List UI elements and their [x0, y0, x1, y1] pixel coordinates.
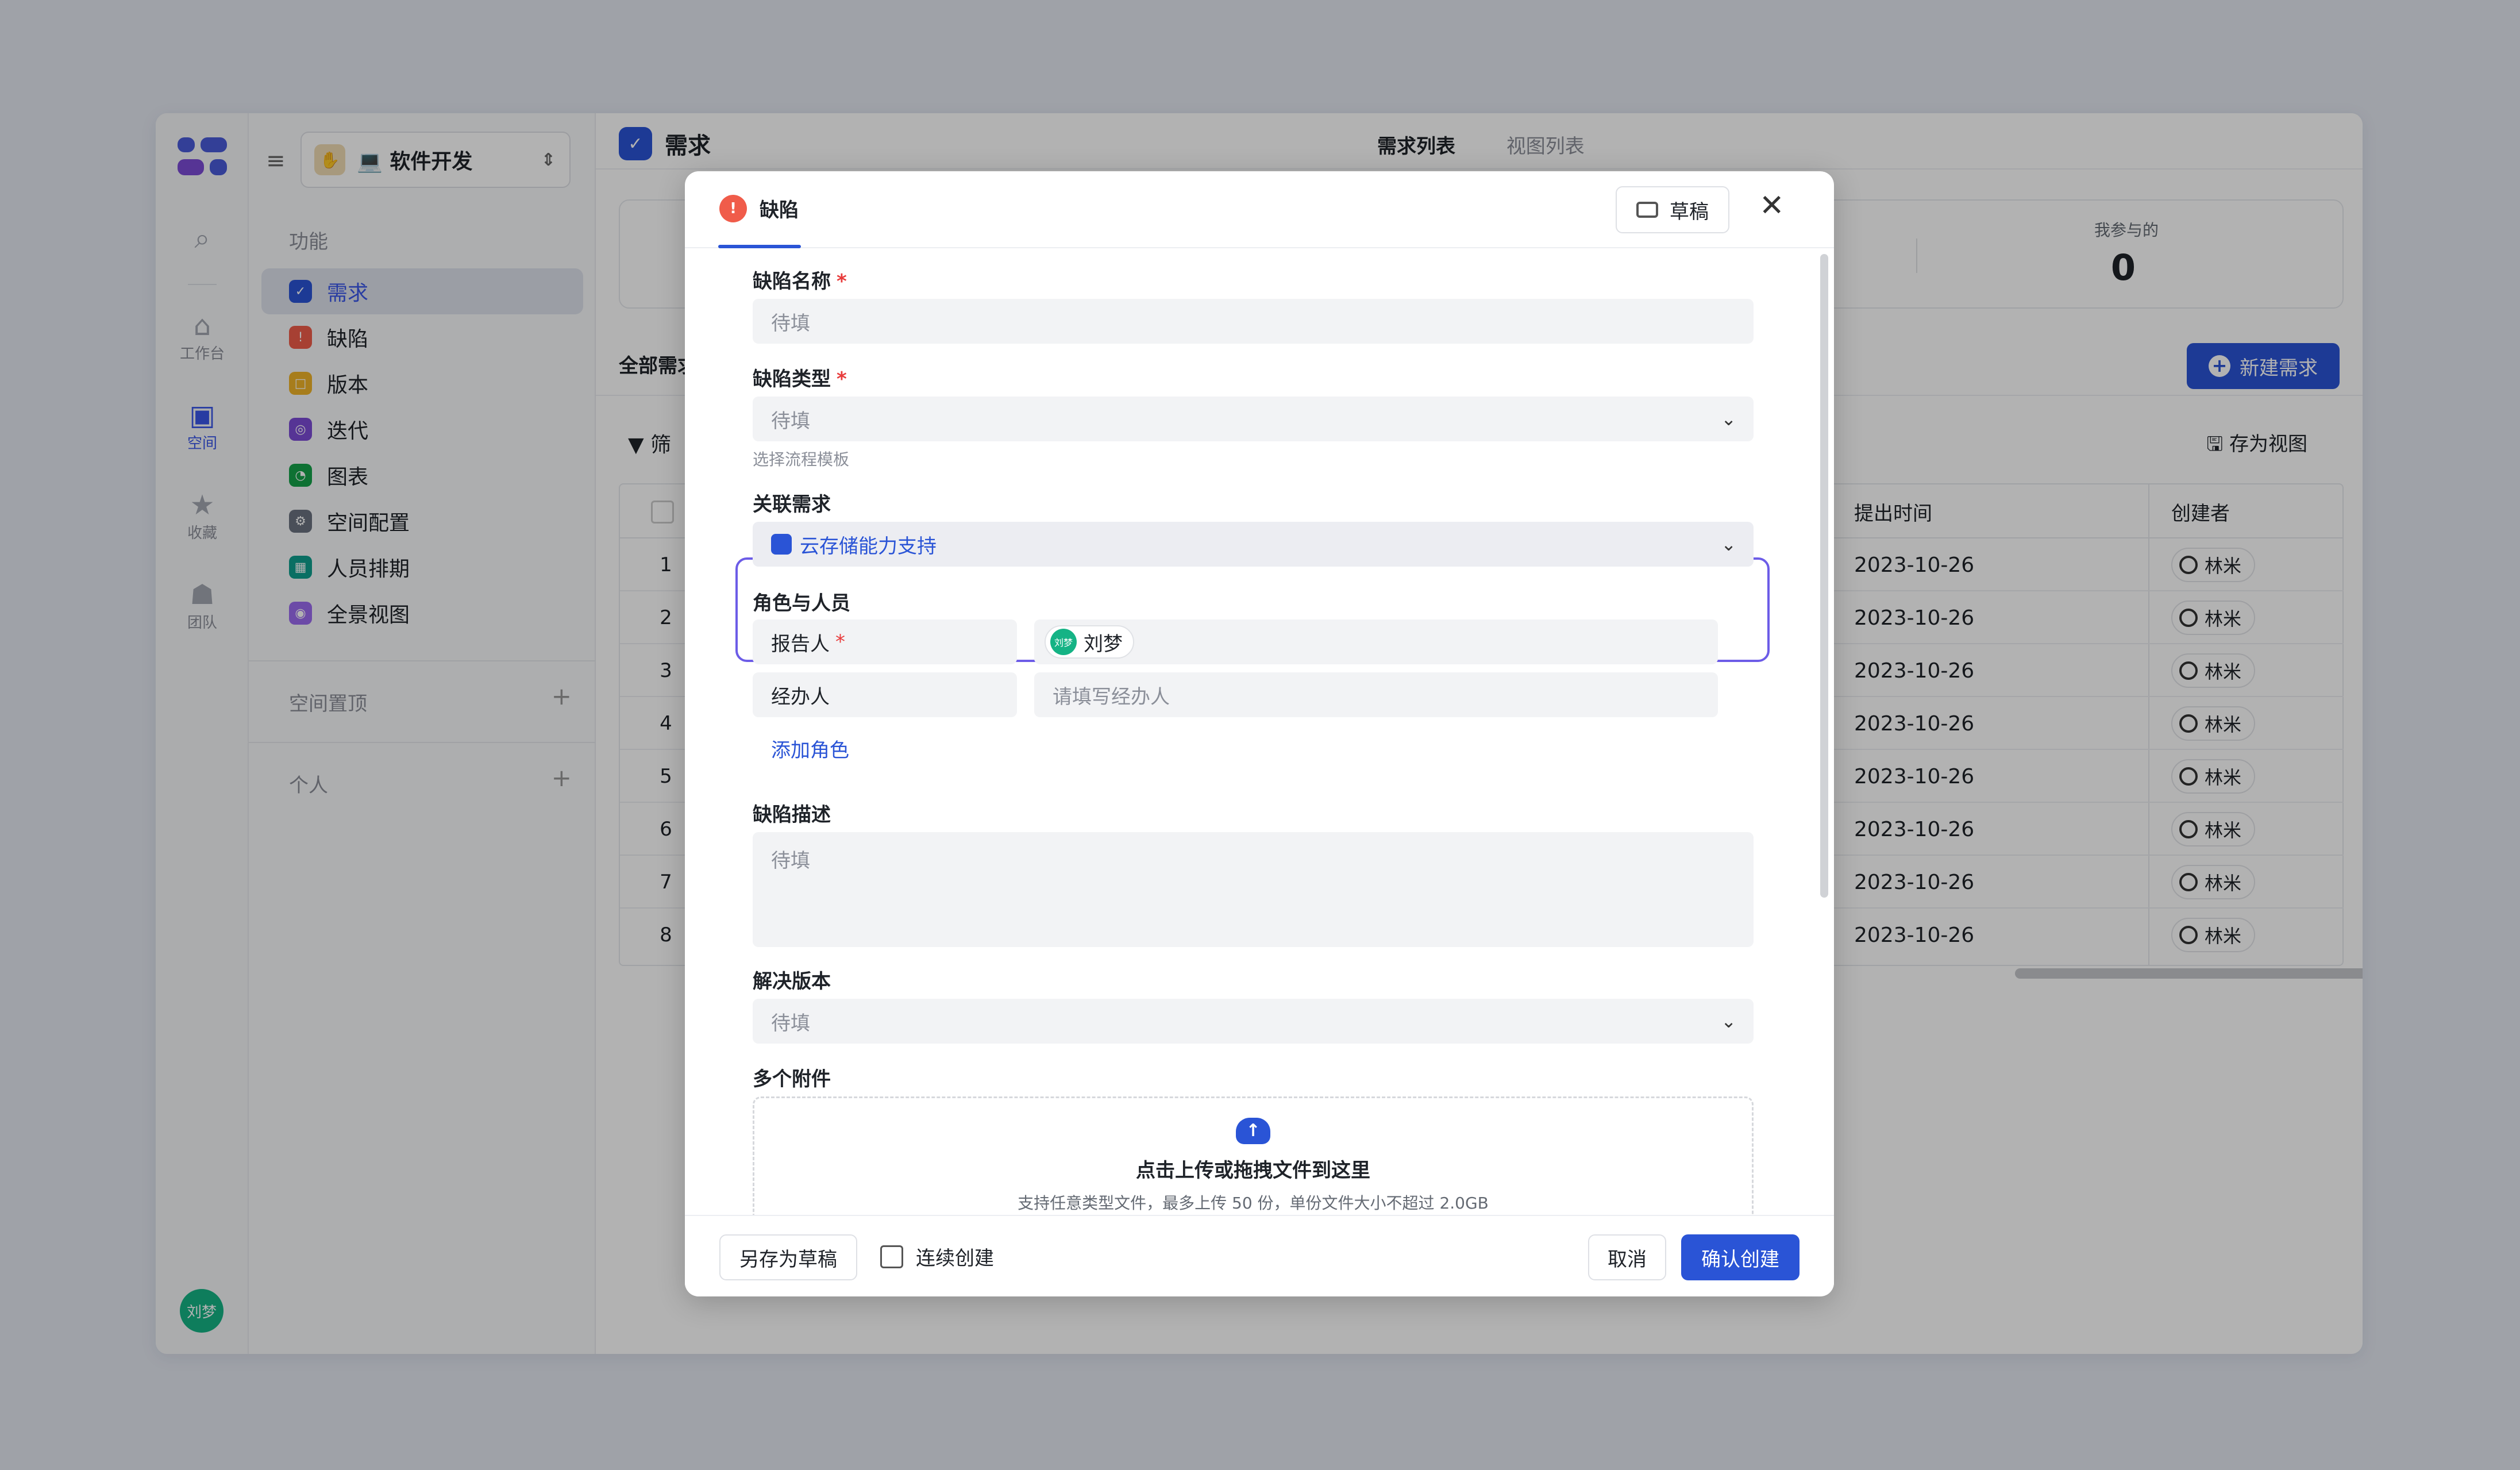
resolution-version-value: 待填 — [771, 1011, 810, 1035]
linked-requirement-value: 云存储能力支持 — [771, 530, 937, 559]
drafts-label: 草稿 — [1670, 200, 1709, 224]
cloud-upload-icon: ↑ — [1236, 1118, 1270, 1144]
role-assignee-label: 经办人 — [753, 672, 1017, 717]
chevron-down-icon: ⌄ — [1721, 533, 1736, 555]
field-label-text: 缺陷类型 — [753, 368, 831, 391]
active-tab-indicator — [718, 245, 801, 248]
field-label-type: 缺陷类型 * — [753, 363, 847, 391]
tab-defect[interactable]: ! 缺陷 — [719, 194, 799, 222]
linked-requirement-text: 云存储能力支持 — [800, 534, 937, 558]
attachment-dropzone[interactable]: ↑ 点击上传或拖拽文件到这里 支持任意类型文件，最多上传 50 份，单份文件大小… — [753, 1096, 1754, 1215]
dialog-body: 缺陷名称 * 待填 缺陷类型 * 待填 ⌄ 选择流程模板 关联需求 云存储能力支持 … — [685, 249, 1834, 1215]
required-mark: * — [837, 368, 847, 391]
cancel-button[interactable]: 取消 — [1588, 1234, 1666, 1280]
field-label-attachments: 多个附件 — [753, 1068, 831, 1091]
field-label-name: 缺陷名称 * — [753, 265, 847, 294]
role-reporter-label: 报告人 * — [753, 619, 1017, 664]
inbox-icon — [1636, 202, 1658, 218]
linked-requirement-select[interactable]: 云存储能力支持 ⌄ — [753, 522, 1754, 567]
reporter-field[interactable]: 刘梦 刘梦 — [1034, 619, 1718, 664]
dialog-scrollbar[interactable] — [1820, 254, 1828, 898]
dialog-footer: 另存为草稿 连续创建 取消 确认创建 — [685, 1215, 1834, 1296]
close-icon[interactable]: ✕ — [1759, 188, 1785, 223]
requirement-icon — [771, 534, 792, 555]
field-label-description: 缺陷描述 — [753, 803, 831, 826]
checkbox-box[interactable] — [880, 1245, 903, 1268]
continuous-create-label: 连续创建 — [916, 1247, 994, 1270]
role-label-text: 报告人 — [771, 632, 830, 656]
field-label-linked: 关联需求 — [753, 493, 831, 516]
create-defect-dialog: ! 缺陷 草稿 ✕ 缺陷名称 * 待填 缺陷类型 * 待填 ⌄ 选择流程模板 关联需… — [685, 171, 1834, 1296]
defect-name-input[interactable]: 待填 — [753, 299, 1754, 344]
upload-title: 点击上传或拖拽文件到这里 — [1136, 1159, 1370, 1182]
description-textarea[interactable]: 待填 — [753, 832, 1754, 947]
field-label-version: 解决版本 — [753, 970, 831, 993]
chevron-down-icon: ⌄ — [1721, 408, 1736, 430]
defect-type-hint: 选择流程模板 — [753, 450, 850, 469]
required-mark: * — [837, 270, 847, 293]
user-chip-name: 刘梦 — [1084, 632, 1123, 656]
confirm-create-button[interactable]: 确认创建 — [1681, 1234, 1800, 1280]
user-chip[interactable]: 刘梦 刘梦 — [1045, 625, 1134, 659]
continuous-create-checkbox[interactable]: 连续创建 — [880, 1242, 994, 1271]
tab-defect-label: 缺陷 — [760, 199, 799, 222]
avatar: 刘梦 — [1050, 629, 1077, 655]
resolution-version-select[interactable]: 待填 ⌄ — [753, 999, 1754, 1044]
assignee-input[interactable]: 请填写经办人 — [1034, 672, 1718, 717]
save-as-draft-button[interactable]: 另存为草稿 — [719, 1234, 857, 1280]
drafts-button[interactable]: 草稿 — [1616, 186, 1729, 233]
dialog-header: ! 缺陷 草稿 ✕ — [685, 171, 1834, 248]
add-role-link[interactable]: 添加角色 — [771, 734, 849, 763]
required-mark: * — [835, 630, 845, 653]
chevron-down-icon: ⌄ — [1721, 1010, 1736, 1032]
defect-type-value: 待填 — [771, 409, 810, 433]
alert-icon: ! — [719, 194, 747, 222]
upload-subtitle: 支持任意类型文件，最多上传 50 份，单份文件大小不超过 2.0GB — [1018, 1194, 1489, 1213]
field-label-text: 缺陷名称 — [753, 270, 831, 293]
defect-type-select[interactable]: 待填 ⌄ — [753, 397, 1754, 441]
field-label-roles: 角色与人员 — [753, 592, 850, 615]
